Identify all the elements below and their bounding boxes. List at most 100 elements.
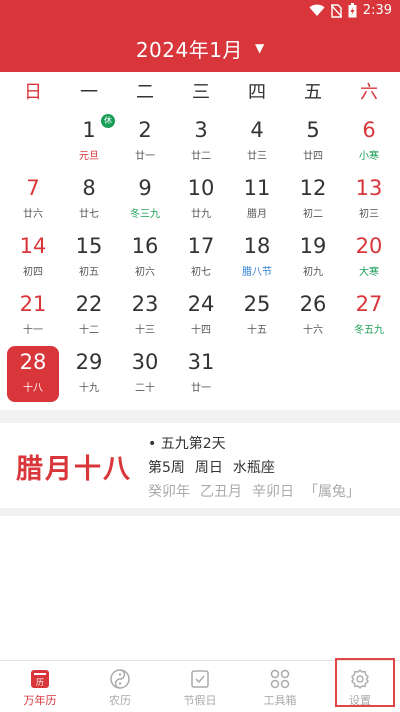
- day-cell[interactable]: 13 初三: [343, 172, 395, 228]
- lunar-subtext: 腊月: [247, 209, 267, 220]
- tab-holidays[interactable]: 节假日: [160, 661, 240, 712]
- day-cell[interactable]: 27 冬五九: [343, 288, 395, 344]
- day-cell[interactable]: 4 廿三: [231, 114, 283, 170]
- day-cell[interactable]: 7 廿六: [7, 172, 59, 228]
- ganzhi-year: 癸卯年: [148, 484, 190, 500]
- month-title[interactable]: 2024年1月: [136, 34, 243, 63]
- day-cell[interactable]: 12 初二: [287, 172, 339, 228]
- week-number: 第5周: [148, 460, 185, 476]
- lunar-subtext: 十九: [79, 383, 99, 394]
- day-number: 14: [19, 234, 47, 258]
- day-number: 30: [131, 350, 159, 374]
- lunar-subtext: 廿七: [79, 209, 99, 220]
- ganzhi-day: 辛卯日: [252, 484, 294, 500]
- day-cell[interactable]: 31 廿一: [175, 346, 227, 402]
- day-number: 10: [187, 176, 215, 200]
- lunar-subtext: 初二: [303, 209, 323, 220]
- lunar-subtext: 十三: [135, 325, 155, 336]
- tab-lunar[interactable]: 农历: [80, 661, 160, 712]
- day-cell[interactable]: 5 廿四: [287, 114, 339, 170]
- day-number: 16: [131, 234, 159, 258]
- lunar-subtext: 腊八节: [242, 267, 272, 278]
- day-cell[interactable]: 22 十二: [63, 288, 115, 344]
- lunar-subtext: 廿六: [23, 209, 43, 220]
- day-cell[interactable]: 1 元旦休: [63, 114, 115, 170]
- lunar-subtext: 二十: [135, 383, 155, 394]
- day-cell[interactable]: 30 二十: [119, 346, 171, 402]
- day-cell[interactable]: 8 廿七: [63, 172, 115, 228]
- toolbox-grid-icon: [270, 669, 290, 689]
- calendar-grid: 日一二三四五六 1 元旦休 2 廿一 3 廿二 4 廿三 5 廿四 6 小寒 7 廿六 8 廿七 9 冬三九 10 廿…: [0, 72, 400, 410]
- weekday-label: 日: [24, 82, 42, 103]
- day-cell[interactable]: 16 初六: [119, 230, 171, 286]
- day-info-card: 腊月十八 • 五九第2天 第5周 周日 水瓶座 癸卯年 乙丑月 辛卯日 「属兔」: [0, 423, 400, 508]
- day-cell[interactable]: 10 廿九: [175, 172, 227, 228]
- day-cell[interactable]: 11 腊月: [231, 172, 283, 228]
- lunar-subtext: 廿一: [135, 151, 155, 162]
- lunar-subtext: 廿四: [303, 151, 323, 162]
- svg-text:历: 历: [36, 678, 44, 687]
- lunar-subtext: 小寒: [359, 151, 379, 162]
- day-cell[interactable]: 24 十四: [175, 288, 227, 344]
- lunar-subtext: 廿三: [247, 151, 267, 162]
- day-cell[interactable]: 29 十九: [63, 346, 115, 402]
- day-number: 13: [355, 176, 383, 200]
- day-number: 7: [26, 176, 40, 200]
- lunar-subtext: 初九: [303, 267, 323, 278]
- day-number: 23: [131, 292, 159, 316]
- day-details: • 五九第2天 第5周 周日 水瓶座 癸卯年 乙丑月 辛卯日 「属兔」: [148, 433, 370, 501]
- lunar-subtext: 廿二: [191, 151, 211, 162]
- day-cell[interactable]: 2 廿一: [119, 114, 171, 170]
- day-cell[interactable]: 23 十三: [119, 288, 171, 344]
- day-cell[interactable]: 20 大寒: [343, 230, 395, 286]
- day-cell[interactable]: 9 冬三九: [119, 172, 171, 228]
- tab-label: 万年历: [23, 694, 57, 707]
- chinese-zodiac: 「属兔」: [304, 484, 360, 500]
- tab-label: 农历: [109, 694, 131, 707]
- shujiu-day: • 五九第2天: [148, 436, 226, 452]
- day-cell[interactable]: 26 十六: [287, 288, 339, 344]
- caret-down-icon[interactable]: ▼: [255, 41, 264, 55]
- week-info: 第5周 周日 水瓶座: [148, 457, 370, 477]
- tab-label: 工具箱: [263, 694, 297, 707]
- status-bar: 2:39: [0, 0, 400, 24]
- zodiac-sign: 水瓶座: [232, 460, 275, 476]
- weekday-label: 四: [248, 82, 266, 103]
- day-number: 22: [75, 292, 103, 316]
- lunar-subtext: 初四: [23, 267, 43, 278]
- weekday-label: 二: [136, 82, 154, 103]
- content-area: [0, 516, 400, 660]
- no-sim-icon: [330, 3, 342, 18]
- day-cell[interactable]: 18 腊八节: [231, 230, 283, 286]
- lunar-subtext: 初七: [191, 267, 211, 278]
- day-cell[interactable]: 19 初九: [287, 230, 339, 286]
- holiday-badge: 休: [101, 114, 115, 128]
- day-cell[interactable]: 25 十五: [231, 288, 283, 344]
- day-number: 31: [187, 350, 215, 374]
- calendar-icon: 历: [31, 670, 49, 688]
- ganzhi-info: 癸卯年 乙丑月 辛卯日 「属兔」: [148, 481, 370, 501]
- lunar-subtext: 十四: [191, 325, 211, 336]
- lunar-subtext: 十一: [23, 325, 43, 336]
- day-cell[interactable]: 21 十一: [7, 288, 59, 344]
- day-number: 29: [75, 350, 103, 374]
- day-cell[interactable]: 15 初五: [63, 230, 115, 286]
- holiday-check-icon: [191, 670, 209, 688]
- day-cell[interactable]: 6 小寒: [343, 114, 395, 170]
- month-header: 2024年1月 ▼: [0, 24, 400, 72]
- status-time: 2:39: [362, 3, 392, 18]
- lunar-subtext: 初五: [79, 267, 99, 278]
- tab-calendar[interactable]: 历 万年历: [0, 661, 80, 712]
- day-cell[interactable]: 17 初七: [175, 230, 227, 286]
- day-cell[interactable]: 3 廿二: [175, 114, 227, 170]
- lunar-subtext: 初六: [135, 267, 155, 278]
- day-number: 25: [243, 292, 271, 316]
- day-cell-today[interactable]: 28 十八: [7, 346, 59, 402]
- battery-icon: [348, 3, 357, 18]
- weekday-name: 周日: [194, 460, 223, 476]
- day-number: 26: [299, 292, 327, 316]
- day-cell[interactable]: 14 初四: [7, 230, 59, 286]
- day-number: 21: [19, 292, 47, 316]
- weekday-label: 三: [192, 82, 210, 103]
- tab-toolbox[interactable]: 工具箱: [240, 661, 320, 712]
